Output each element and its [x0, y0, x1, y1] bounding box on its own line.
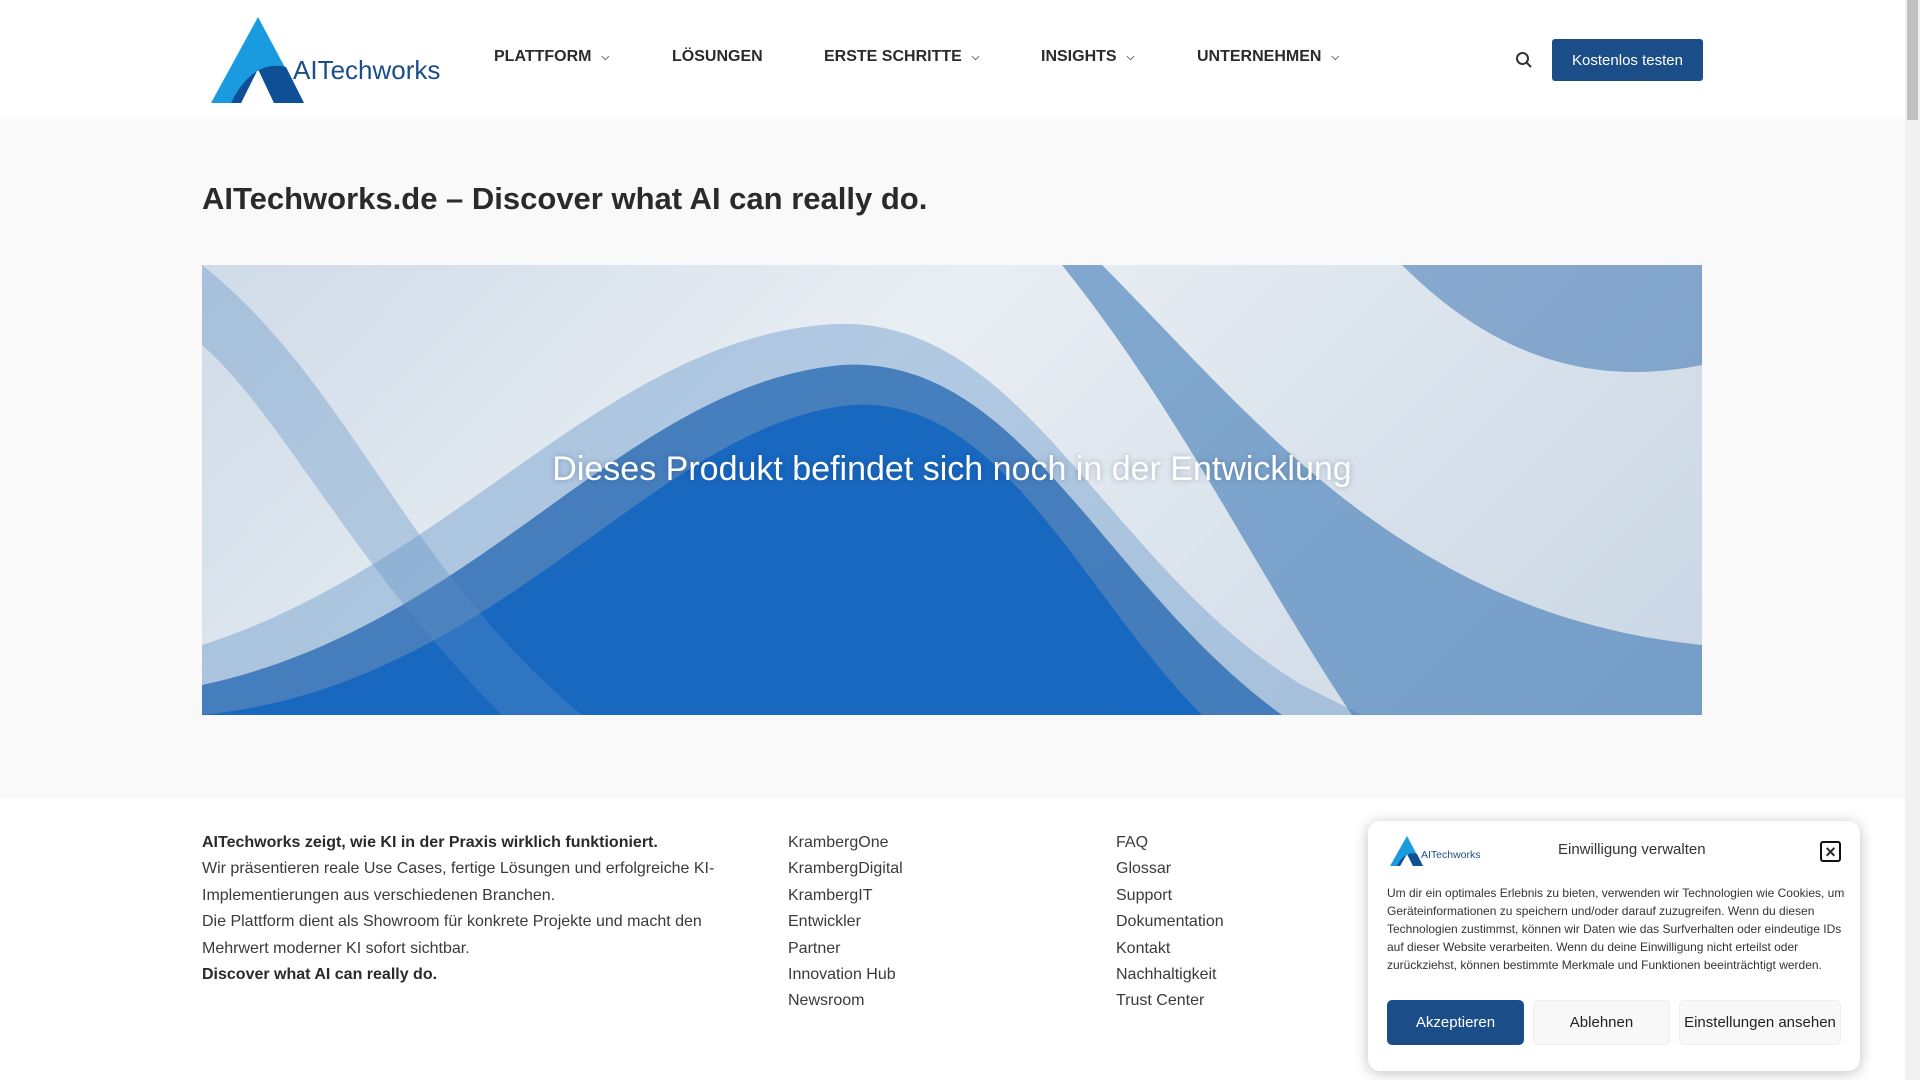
- page-title: AITechworks.de – Discover what AI can re…: [202, 181, 928, 216]
- footer-about-heading: AITechworks zeigt, wie KI in der Praxis …: [202, 834, 658, 851]
- footer-about: AITechworks zeigt, wie KI in der Praxis …: [202, 830, 762, 988]
- footer-link[interactable]: Support: [1116, 883, 1224, 909]
- footer-link[interactable]: Trust Center: [1116, 988, 1224, 1014]
- nav-label: ERSTE SCHRITTE: [824, 48, 962, 65]
- free-trial-button[interactable]: Kostenlos testen: [1552, 39, 1703, 81]
- banner-text: Dieses Produkt befindet sich noch in der…: [552, 450, 1352, 488]
- cookie-consent-dialog: AITechworks Einwilligung verwalten × Um …: [1368, 821, 1860, 1071]
- nav-label: LÖSUNGEN: [672, 48, 763, 65]
- footer-link[interactable]: Entwickler: [788, 909, 903, 935]
- accept-button[interactable]: Akzeptieren: [1387, 1000, 1524, 1045]
- chevron-down-icon: ⌵: [601, 51, 610, 63]
- nav-loesungen[interactable]: LÖSUNGEN: [672, 48, 763, 66]
- search-icon[interactable]: [1515, 51, 1533, 69]
- footer-links-company: KrambergOne KrambergDigital KrambergIT E…: [788, 830, 903, 1015]
- footer-link[interactable]: KrambergIT: [788, 883, 903, 909]
- footer-about-line: Die Plattform dient als Showroom für kon…: [202, 913, 702, 931]
- footer-about-line: Mehrwert moderner KI sofort sichtbar.: [202, 939, 470, 957]
- nav-erste-schritte[interactable]: ERSTE SCHRITTE ⌵: [824, 48, 979, 66]
- footer-link[interactable]: FAQ: [1116, 830, 1224, 856]
- footer-link[interactable]: Nachhaltigkeit: [1116, 962, 1224, 988]
- nav-label: UNTERNEHMEN: [1197, 48, 1322, 65]
- cookie-text: Um dir ein optimales Erlebnis zu bieten,…: [1387, 886, 1845, 972]
- footer-link[interactable]: Kontakt: [1116, 936, 1224, 962]
- hero-banner: Dieses Produkt befindet sich noch in der…: [202, 265, 1702, 715]
- footer-about-line: Implementierungen aus verschiedenen Bran…: [202, 886, 556, 904]
- nav-label: INSIGHTS: [1041, 48, 1117, 65]
- chevron-down-icon: ⌵: [1331, 51, 1340, 63]
- footer-link[interactable]: Dokumentation: [1116, 909, 1224, 935]
- view-settings-button[interactable]: Einstellungen ansehen: [1679, 1000, 1841, 1045]
- chevron-down-icon: ⌵: [971, 51, 980, 63]
- nav-insights[interactable]: INSIGHTS ⌵: [1041, 48, 1134, 66]
- scrollbar[interactable]: [1905, 0, 1920, 1080]
- footer-link[interactable]: KrambergDigital: [788, 856, 903, 882]
- cookie-logo: AITechworks: [1390, 836, 1481, 866]
- footer-link[interactable]: Newsroom: [788, 988, 903, 1014]
- footer-link[interactable]: Partner: [788, 936, 903, 962]
- site-header: AITechworks PLATTFORM ⌵ LÖSUNGEN ERSTE SC…: [0, 0, 1905, 119]
- wave-graphic: [202, 265, 1702, 715]
- nav-plattform[interactable]: PLATTFORM ⌵: [494, 48, 609, 66]
- cookie-title: Einwilligung verwalten: [1558, 841, 1706, 858]
- scrollbar-thumb[interactable]: [1907, 0, 1918, 120]
- svg-text:AITechworks: AITechworks: [1421, 849, 1481, 861]
- footer-link[interactable]: Glossar: [1116, 856, 1224, 882]
- close-icon[interactable]: ×: [1820, 841, 1841, 862]
- svg-text:AITechworks: AITechworks: [293, 55, 440, 85]
- deny-button[interactable]: Ablehnen: [1533, 1000, 1670, 1045]
- footer-link[interactable]: KrambergOne: [788, 830, 903, 856]
- footer-link[interactable]: Innovation Hub: [788, 962, 903, 988]
- nav-unternehmen[interactable]: UNTERNEHMEN ⌵: [1197, 48, 1339, 66]
- logo[interactable]: AITechworks: [211, 17, 456, 103]
- chevron-down-icon: ⌵: [1126, 51, 1135, 63]
- footer-tagline: Discover what AI can really do.: [202, 966, 438, 984]
- footer-links-help: FAQ Glossar Support Dokumentation Kontak…: [1116, 830, 1224, 1015]
- nav-label: PLATTFORM: [494, 48, 592, 65]
- footer-about-line: Wir präsentieren reale Use Cases, fertig…: [202, 860, 715, 878]
